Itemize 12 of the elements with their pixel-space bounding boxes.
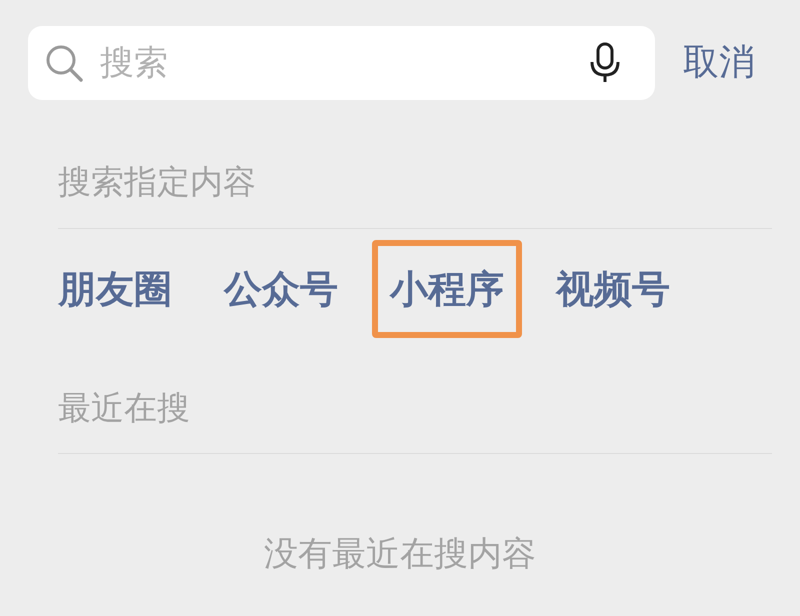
category-link[interactable]: 朋友圈 (40, 240, 190, 338)
cancel-button[interactable]: 取消 (683, 41, 755, 85)
section-title: 最近在搜 (58, 388, 191, 428)
search-icon (44, 43, 84, 83)
search-field[interactable]: 搜索 (98, 42, 589, 84)
section-title: 搜索指定内容 (58, 162, 257, 202)
microphone-icon[interactable] (589, 42, 621, 84)
empty-message: 没有最近在搜内容 (263, 534, 537, 575)
search-bar[interactable]: 搜索 (28, 26, 655, 100)
category-link[interactable]: 小程序 (372, 240, 522, 338)
category-link[interactable]: 公众号 (206, 240, 356, 338)
category-link[interactable]: 视频号 (538, 240, 688, 338)
